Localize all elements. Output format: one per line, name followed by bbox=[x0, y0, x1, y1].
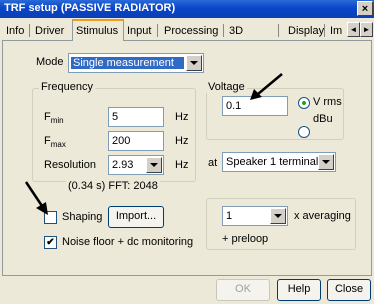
scroll-right-icon[interactable]: ► bbox=[360, 22, 373, 37]
tab-divider bbox=[324, 24, 325, 37]
chevron-down-icon[interactable] bbox=[186, 55, 202, 71]
scroll-left-icon[interactable]: ◄ bbox=[347, 22, 360, 37]
tab-driver[interactable]: Driver bbox=[35, 22, 64, 40]
averaging-label: x averaging bbox=[294, 210, 351, 222]
title-bar: TRF setup (PASSIVE RADIATOR) bbox=[0, 0, 374, 18]
close-button[interactable]: Close bbox=[327, 279, 371, 301]
mode-select-value: Single measurement bbox=[71, 57, 184, 69]
vrms-label: V rms bbox=[313, 96, 342, 108]
tab-divider bbox=[157, 24, 158, 37]
timing-text: (0.34 s) FFT: 2048 bbox=[66, 180, 160, 192]
tab-divider bbox=[278, 24, 279, 37]
help-button[interactable]: Help bbox=[277, 279, 321, 301]
chevron-down-icon[interactable] bbox=[270, 208, 286, 224]
window-title: TRF setup (PASSIVE RADIATOR) bbox=[4, 2, 176, 14]
fmin-input[interactable]: 5 bbox=[108, 107, 164, 127]
annotation-arrow-icon bbox=[24, 181, 48, 215]
close-icon[interactable]: × bbox=[357, 1, 373, 16]
tab-processing[interactable]: Processing bbox=[164, 22, 218, 40]
shaping-label: Shaping bbox=[62, 211, 103, 223]
tab-info[interactable]: Info bbox=[6, 22, 24, 40]
noise-floor-label: Noise floor + dc monitoring bbox=[62, 236, 194, 248]
averaging-select[interactable]: 1 bbox=[222, 206, 288, 226]
fmax-unit: Hz bbox=[175, 135, 189, 147]
fmin-label: Fmin bbox=[44, 111, 64, 125]
tab-display[interactable]: Display bbox=[288, 22, 324, 40]
target-select[interactable]: Speaker 1 terminals bbox=[222, 152, 336, 172]
chevron-down-icon[interactable] bbox=[318, 154, 334, 170]
tab-strip: Info Driver Stimulus Input Processing 3D… bbox=[0, 18, 374, 42]
mode-select[interactable]: Single measurement bbox=[68, 53, 204, 73]
tab-scroll-buttons: ◄ ► bbox=[347, 22, 374, 37]
preloop-label: + preloop bbox=[222, 233, 269, 245]
noise-floor-checkbox[interactable]: ✔ bbox=[44, 236, 57, 249]
annotation-arrow-icon bbox=[250, 73, 283, 100]
tab-3d[interactable]: 3D bbox=[229, 22, 243, 40]
tab-stimulus[interactable]: Stimulus bbox=[72, 19, 124, 41]
vrms-radio[interactable] bbox=[298, 97, 310, 109]
tab-divider bbox=[223, 24, 224, 37]
import-button[interactable]: Import... bbox=[108, 206, 164, 228]
fmax-label: Fmax bbox=[44, 135, 66, 149]
chevron-down-icon[interactable] bbox=[146, 157, 162, 173]
tab-im[interactable]: Im bbox=[330, 22, 342, 40]
resolution-select[interactable]: 2.93 bbox=[108, 155, 164, 175]
ok-button[interactable]: OK bbox=[216, 279, 270, 301]
target-select-value: Speaker 1 terminals bbox=[226, 156, 318, 168]
dbu-label: dBu bbox=[313, 113, 333, 125]
voltage-group-title: Voltage bbox=[206, 81, 247, 93]
mode-label: Mode bbox=[36, 56, 64, 68]
frequency-group-title: Frequency bbox=[39, 81, 95, 93]
resolution-select-value: 2.93 bbox=[112, 159, 134, 171]
fmax-input[interactable]: 200 bbox=[108, 131, 164, 151]
averaging-select-value: 1 bbox=[226, 210, 233, 222]
at-label: at bbox=[208, 157, 218, 169]
resolution-unit: Hz bbox=[175, 159, 189, 171]
tab-input[interactable]: Input bbox=[127, 22, 151, 40]
fmin-unit: Hz bbox=[175, 111, 189, 123]
tab-divider bbox=[29, 24, 30, 37]
resolution-label: Resolution bbox=[44, 159, 96, 171]
dbu-radio[interactable] bbox=[298, 126, 310, 138]
